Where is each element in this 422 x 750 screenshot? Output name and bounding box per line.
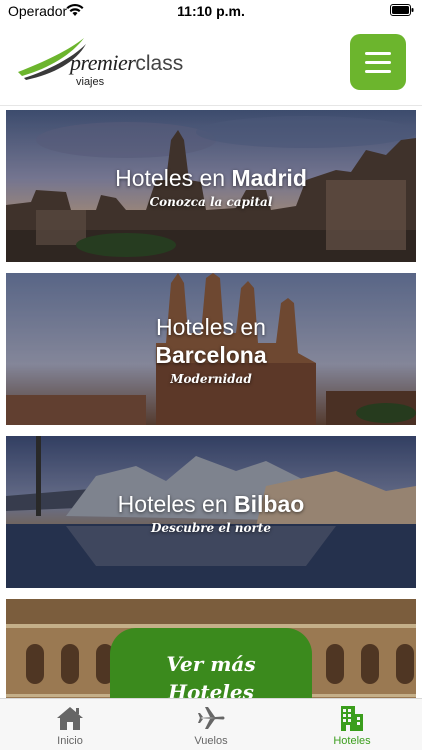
card-title: Hoteles en Barcelona [155, 313, 266, 369]
tab-hoteles[interactable]: Hoteles [282, 699, 422, 750]
card-title-prefix: Hoteles en [115, 164, 226, 191]
menu-button[interactable] [350, 34, 406, 90]
card-title-prefix: Hoteles en [156, 313, 266, 340]
airplane-icon [198, 707, 225, 729]
card-city: Madrid [231, 164, 307, 191]
destination-card-bilbao[interactable]: Hoteles en Bilbao Descubre el norte [6, 436, 416, 588]
battery-icon [390, 4, 414, 16]
building-icon [341, 706, 363, 731]
app-header: premierclass viajes [0, 22, 422, 106]
card-city: Bilbao [234, 490, 305, 517]
card-subtitle: Modernidad [170, 371, 252, 386]
destination-card-madrid[interactable]: Hoteles en Madrid Conozca la capital [6, 110, 416, 262]
tab-vuelos[interactable]: Vuelos [141, 699, 281, 750]
tab-label: Hoteles [333, 735, 371, 747]
clock-time: 11:10 p.m. [177, 3, 245, 19]
card-subtitle: Descubre el norte [151, 520, 271, 535]
hotel-destinations-list: Hoteles en Madrid Conozca la capital Hot… [0, 106, 422, 698]
tab-inicio[interactable]: Inicio [0, 699, 140, 750]
bottom-tab-bar: Inicio Vuelos Hoteles [0, 698, 422, 750]
see-more-line2: Hoteles [168, 680, 254, 698]
premierclass-logo[interactable]: premierclass viajes [14, 32, 194, 92]
card-caption: Hoteles en Barcelona Modernidad [6, 273, 416, 425]
status-bar: Operador 11:10 p.m. [0, 0, 422, 22]
see-more-line1: Ver más [166, 652, 256, 676]
logo-tagline: viajes [76, 76, 105, 88]
destination-card-barcelona[interactable]: Hoteles en Barcelona Modernidad [6, 273, 416, 425]
home-icon [57, 707, 83, 730]
card-title: Hoteles en Bilbao [118, 490, 305, 518]
card-city: Barcelona [155, 341, 267, 368]
card-title: Hoteles en Madrid [115, 164, 307, 192]
card-title-prefix: Hoteles en [117, 490, 228, 517]
logo-brand-main: premier [70, 50, 136, 75]
logo-brand-secondary: class [135, 52, 184, 75]
card-subtitle: Conozca la capital [149, 194, 273, 209]
card-caption: Hoteles en Bilbao Descubre el norte [6, 436, 416, 588]
see-more-hotels-button[interactable]: Ver más Hoteles [110, 628, 312, 698]
logo-wordmark: premierclass [70, 50, 183, 76]
card-caption: Hoteles en Madrid Conozca la capital [6, 110, 416, 262]
tab-label: Inicio [57, 735, 83, 747]
tab-label: Vuelos [194, 735, 228, 747]
